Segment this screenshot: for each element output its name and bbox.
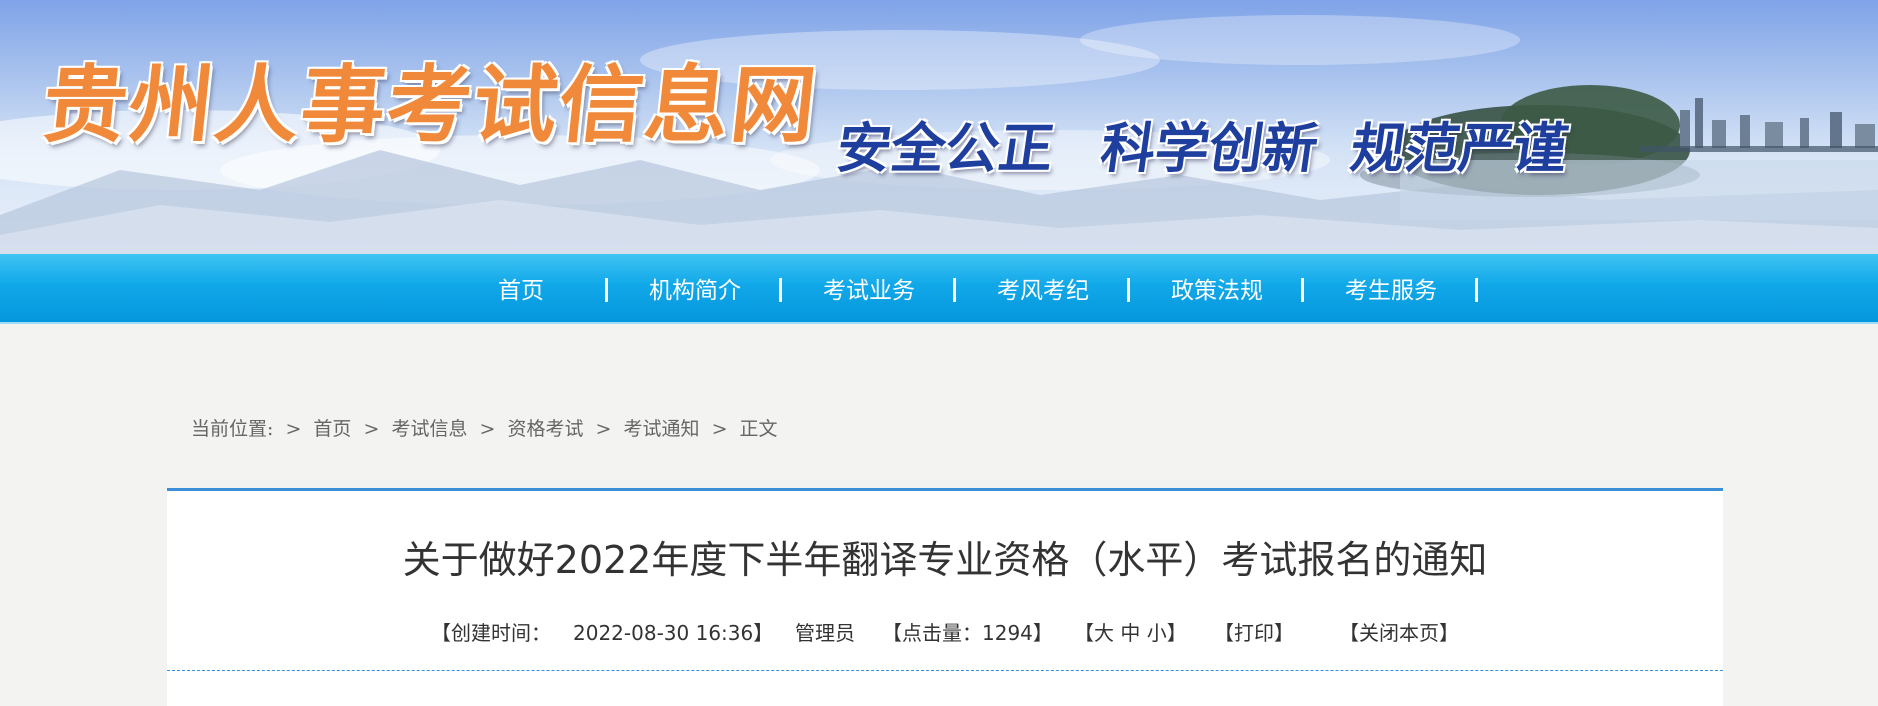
breadcrumb-exam-notice[interactable]: 考试通知 [624, 418, 700, 440]
font-size-switch[interactable]: 【大 中 小】 [1074, 617, 1187, 646]
nav-item-home[interactable]: 首页 [434, 254, 608, 322]
breadcrumb-separator: > [363, 418, 380, 440]
nav-item-label: 首页 [498, 278, 544, 304]
nav-item-label: 考生服务 [1345, 278, 1437, 304]
nav-item-label: 政策法规 [1171, 278, 1263, 304]
nav-divider [1475, 278, 1478, 302]
meta-divider [167, 670, 1723, 671]
created-time-value: 2022-08-30 16:36】 [573, 621, 774, 645]
nav-item-exam-discipline[interactable]: 考风考纪 [956, 254, 1130, 322]
nav-item-policies[interactable]: 政策法规 [1130, 254, 1304, 322]
nav-item-label: 考风考纪 [997, 278, 1089, 304]
main-nav: 首页 机构简介 考试业务 考风考纪 政策法规 考生服务 [0, 254, 1878, 324]
slogan-safety: 安全公正 [832, 116, 1058, 180]
nav-item-about[interactable]: 机构简介 [608, 254, 782, 322]
print-link[interactable]: 【打印】 [1214, 617, 1294, 646]
article-meta: 【创建时间： 2022-08-30 16:36】 管理员 【点击量：1294】 … [167, 617, 1723, 645]
breadcrumb-separator: > [479, 418, 496, 440]
breadcrumb-separator: > [595, 418, 612, 440]
author: 管理员 [795, 621, 855, 645]
hit-count: 【点击量：1294】 [882, 621, 1053, 645]
nav-item-exam-business[interactable]: 考试业务 [782, 254, 956, 322]
breadcrumb-home[interactable]: 首页 [313, 418, 351, 440]
breadcrumb-qualification-exam[interactable]: 资格考试 [507, 418, 583, 440]
slogan-science: 科学创新 [1096, 116, 1322, 180]
article-panel: 关于做好2022年度下半年翻译专业资格（水平）考试报名的通知 【创建时间： 20… [167, 488, 1723, 706]
site-title: 贵州人事考试信息网 [38, 55, 823, 154]
breadcrumb-separator: > [285, 418, 302, 440]
slogan-standard: 规范严谨 [1346, 116, 1572, 180]
nav-items: 首页 机构简介 考试业务 考风考纪 政策法规 考生服务 [434, 254, 1478, 322]
breadcrumb-label: 当前位置: [191, 418, 274, 440]
nav-item-label: 机构简介 [649, 278, 741, 304]
breadcrumb-current: 正文 [739, 418, 778, 440]
nav-item-label: 考试业务 [823, 278, 915, 304]
site-banner: 贵州人事考试信息网 安全公正 科学创新 规范严谨 [0, 0, 1878, 254]
close-page-link[interactable]: 【关闭本页】 [1339, 617, 1459, 646]
article-title: 关于做好2022年度下半年翻译专业资格（水平）考试报名的通知 [402, 538, 1488, 582]
created-time-label: 【创建时间： [431, 621, 551, 645]
breadcrumb-exam-info[interactable]: 考试信息 [391, 418, 467, 440]
breadcrumb-separator: > [711, 418, 728, 440]
nav-item-candidate-service[interactable]: 考生服务 [1304, 254, 1478, 322]
breadcrumb: 当前位置: > 首页 > 考试信息 > 资格考试 > 考试通知 > 正文 [191, 414, 778, 441]
